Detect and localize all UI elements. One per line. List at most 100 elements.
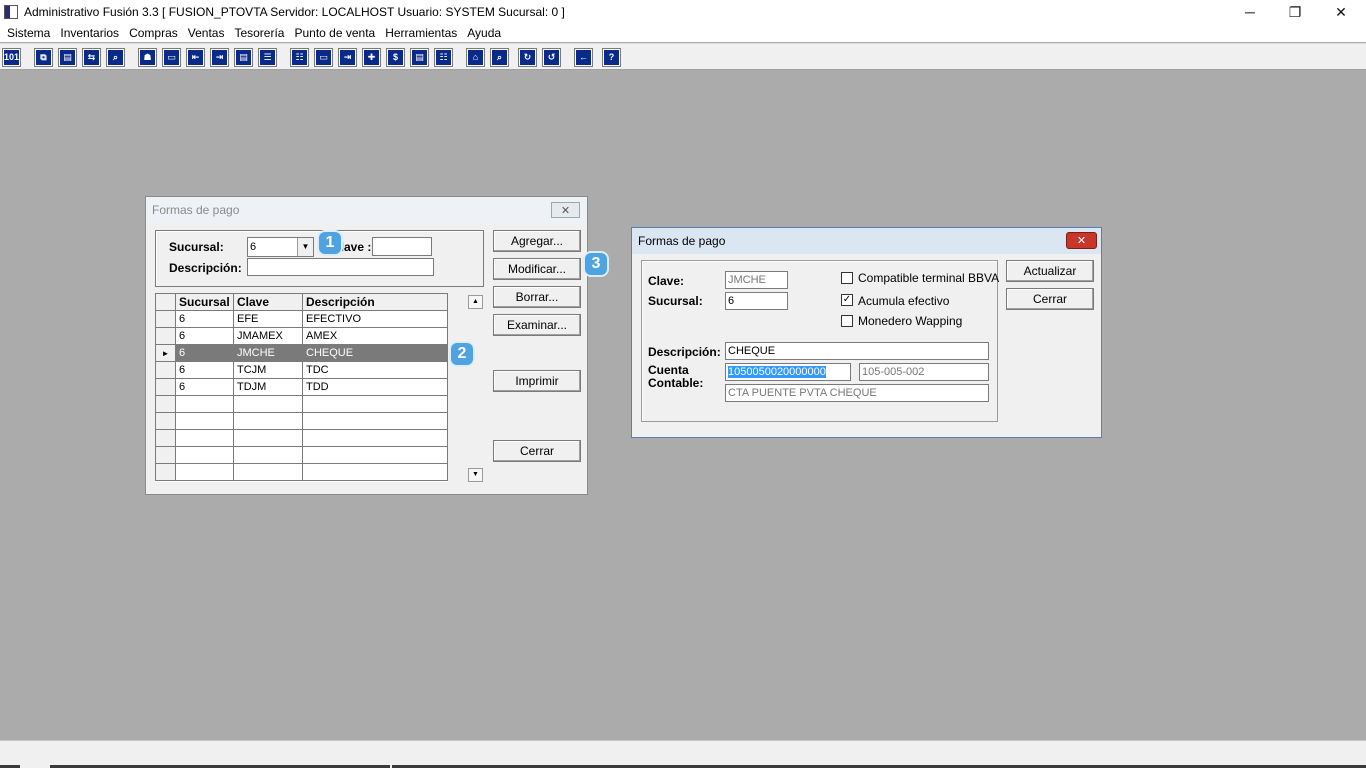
clave-input[interactable] — [372, 237, 432, 256]
table-row[interactable]: 6 EFE EFECTIVO — [155, 310, 448, 328]
compatible-bbva-checkbox[interactable] — [841, 272, 853, 284]
chevron-down-icon[interactable]: ▼ — [297, 238, 313, 256]
toolbar-button-zoom-icon[interactable]: ⌕ — [490, 48, 509, 67]
cell-descripcion: CHEQUE — [302, 344, 448, 362]
dialog-caption: Formas de pago — [632, 228, 1101, 254]
toolbar-button-money-icon[interactable]: $ — [386, 48, 405, 67]
row-indicator[interactable] — [155, 446, 176, 464]
toolbar-button-help-icon[interactable]: ? — [602, 48, 621, 67]
close-icon[interactable]: ✕ — [551, 202, 580, 218]
acumula-efectivo-checkbox[interactable]: ✓ — [841, 294, 853, 306]
toolbar-button-document-icon[interactable]: ▤ — [58, 48, 77, 67]
cuenta-label-line2: Contable: — [648, 376, 704, 390]
formas-de-pago-grid[interactable]: Sucursal Clave Descripción 6 EFE EFECTIV… — [155, 293, 448, 482]
toolbar-button-export-icon[interactable]: ⇥ — [210, 48, 229, 67]
menu-ventas[interactable]: Ventas — [183, 26, 230, 40]
scroll-up-icon[interactable]: ▲ — [468, 295, 483, 309]
descripcion-field[interactable]: CHEQUE — [725, 342, 989, 360]
monedero-wapping-checkbox[interactable] — [841, 315, 853, 327]
close-window-button[interactable]: ✕ — [1318, 0, 1364, 24]
toolbar-button-undo-icon[interactable]: ↺ — [542, 48, 561, 67]
toolbar-button-add-icon[interactable]: ✚ — [362, 48, 381, 67]
cerrar-button[interactable]: Cerrar — [1006, 288, 1094, 310]
menu-sistema[interactable]: Sistema — [2, 26, 55, 40]
row-indicator[interactable] — [155, 429, 176, 447]
toolbar-button-folder-icon[interactable]: ▭ — [162, 48, 181, 67]
toolbar-button-list-icon[interactable]: ☰ — [258, 48, 277, 67]
cell-empty — [302, 395, 448, 413]
toolbar-button-home-icon[interactable]: ⌂ — [466, 48, 485, 67]
column-header-clave[interactable]: Clave — [233, 293, 303, 311]
toolbar-button-binoculars-icon[interactable]: ☷ — [290, 48, 309, 67]
row-indicator[interactable] — [155, 310, 176, 328]
toolbar-button-copy-icon[interactable]: ⧉ — [34, 48, 53, 67]
imprimir-button[interactable]: Imprimir — [493, 370, 581, 392]
sucursal-select[interactable]: 6 ▼ — [247, 237, 314, 257]
menu-inventarios[interactable]: Inventarios — [55, 26, 124, 40]
toolbar-button-import-icon[interactable]: ⇤ — [186, 48, 205, 67]
table-row[interactable]: 6 TCJM TDC — [155, 361, 448, 379]
menu-ayuda[interactable]: Ayuda — [462, 26, 506, 40]
cell-clave: EFE — [233, 310, 303, 328]
row-indicator[interactable] — [155, 327, 176, 345]
title-bar: Administrativo Fusión 3.3 [ FUSION_PTOVT… — [0, 0, 1366, 24]
cell-clave: TCJM — [233, 361, 303, 379]
scroll-down-icon[interactable]: ▼ — [468, 468, 483, 482]
toolbar-button-calculator-icon[interactable]: 101 — [2, 48, 21, 67]
row-indicator[interactable] — [155, 463, 176, 481]
borrar-button[interactable]: Borrar... — [493, 286, 581, 308]
grid-scrollbar[interactable]: ▲ ▼ — [467, 294, 484, 483]
toolbar-button-send-icon[interactable]: ⇥ — [338, 48, 357, 67]
row-indicator[interactable] — [155, 412, 176, 430]
cell-empty — [175, 429, 234, 447]
cell-clave: JMCHE — [233, 344, 303, 362]
clave-field: JMCHE — [725, 271, 788, 289]
minimize-button[interactable]: ─ — [1227, 0, 1273, 24]
formas-de-pago-edit-dialog: Formas de pago ✕ Clave: JMCHE Sucursal: … — [631, 227, 1102, 438]
table-row[interactable]: 6 JMAMEX AMEX — [155, 327, 448, 345]
sucursal-select-value: 6 — [250, 241, 257, 253]
close-icon[interactable]: ✕ — [1066, 232, 1097, 249]
menu-punto-de-venta[interactable]: Punto de venta — [289, 26, 380, 40]
column-header-sucursal[interactable]: Sucursal — [175, 293, 234, 311]
table-row-selected[interactable]: ► 6 JMCHE CHEQUE — [155, 344, 448, 362]
table-row-empty[interactable] — [155, 429, 448, 447]
menu-compras[interactable]: Compras — [124, 26, 183, 40]
descripcion-input[interactable] — [247, 258, 434, 276]
cell-descripcion: TDD — [302, 378, 448, 396]
annotation-badge-3: 3 — [585, 253, 607, 275]
table-row-empty[interactable] — [155, 412, 448, 430]
cell-clave: JMAMEX — [233, 327, 303, 345]
row-indicator[interactable] — [155, 395, 176, 413]
agregar-button[interactable]: Agregar... — [493, 230, 581, 252]
table-row[interactable]: 6 TDJM TDD — [155, 378, 448, 396]
annotation-badge-2: 2 — [451, 343, 473, 365]
descripcion-label: Descripción: — [648, 345, 721, 359]
sucursal-field[interactable]: 6 — [725, 292, 788, 310]
cuenta-contable-input[interactable]: 1050050020000000 — [725, 363, 851, 381]
toolbar-button-refresh-icon[interactable]: ↻ — [518, 48, 537, 67]
menu-tesoreria[interactable]: Tesorería — [229, 26, 289, 40]
actualizar-button[interactable]: Actualizar — [1006, 260, 1094, 282]
toolbar-button-report-icon[interactable]: ▤ — [234, 48, 253, 67]
toolbar-button-window-icon[interactable]: ▭ — [314, 48, 333, 67]
table-row-empty[interactable] — [155, 395, 448, 413]
annotation-badge-1: 1 — [319, 232, 341, 254]
toolbar-button-exchange-icon[interactable]: ⇆ — [82, 48, 101, 67]
modificar-button[interactable]: Modificar... — [493, 258, 581, 280]
table-row-empty[interactable] — [155, 463, 448, 481]
toolbar-button-page-icon[interactable]: ▤ — [410, 48, 429, 67]
row-indicator[interactable] — [155, 361, 176, 379]
toolbar-button-table-icon[interactable]: ☷ — [434, 48, 453, 67]
column-header-descripcion[interactable]: Descripción — [302, 293, 448, 311]
table-row-empty[interactable] — [155, 446, 448, 464]
row-indicator[interactable] — [155, 378, 176, 396]
cerrar-button[interactable]: Cerrar — [493, 440, 581, 462]
menu-herramientas[interactable]: Herramientas — [380, 26, 462, 40]
toolbar-button-search-icon[interactable]: ⌕ — [106, 48, 125, 67]
toolbar-button-user-icon[interactable]: ☗ — [138, 48, 157, 67]
restore-button[interactable]: ❐ — [1272, 0, 1318, 24]
cuenta-nombre-field: CTA PUENTE PVTA CHEQUE — [725, 384, 989, 402]
toolbar-button-back-icon[interactable]: ← — [574, 48, 593, 67]
examinar-button[interactable]: Examinar... — [493, 314, 581, 336]
